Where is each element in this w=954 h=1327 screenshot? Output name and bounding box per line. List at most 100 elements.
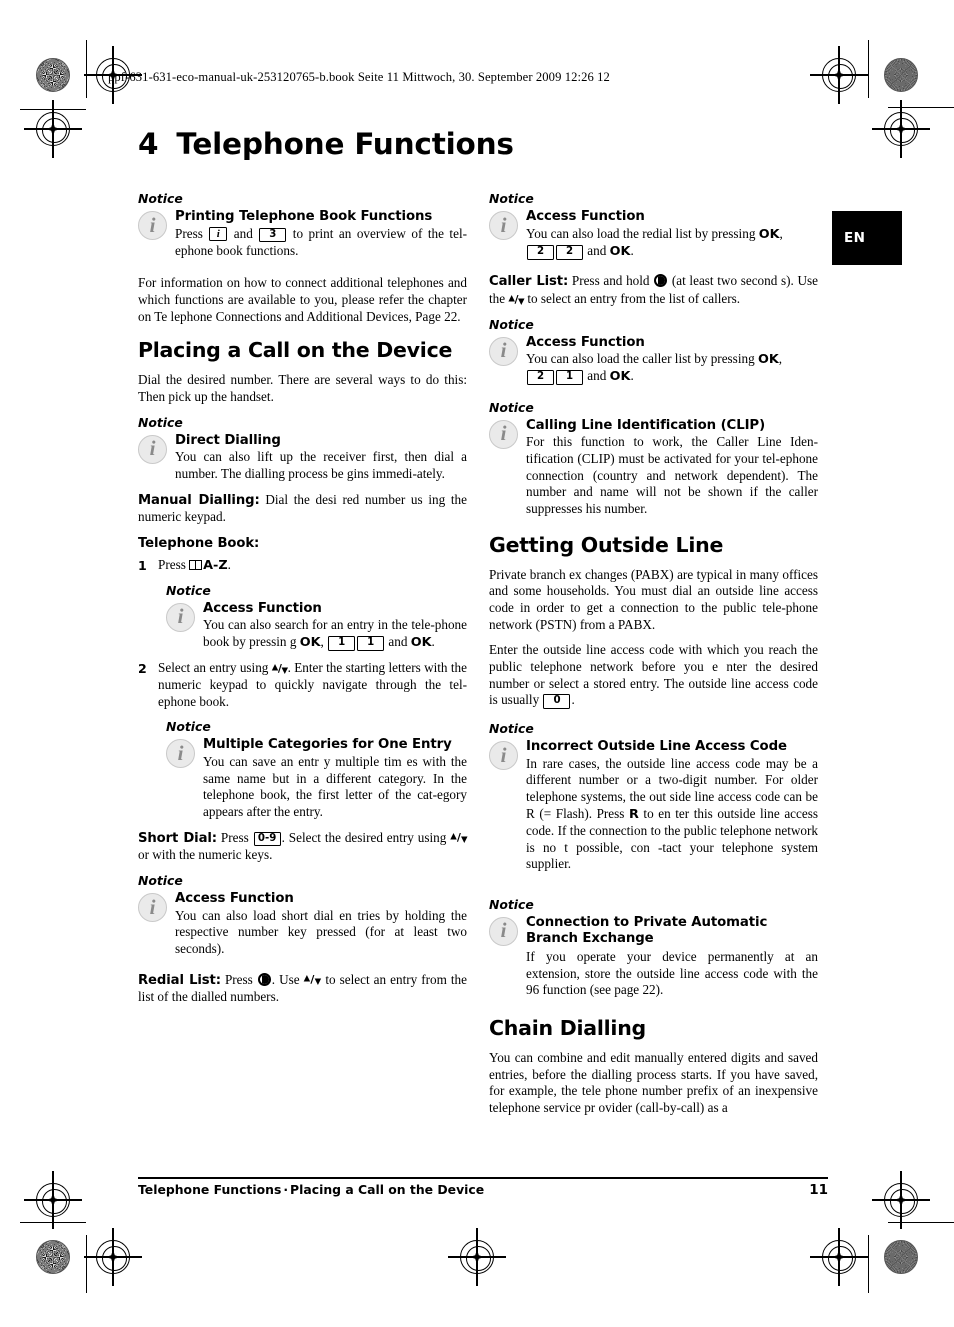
key-label-a-z: A-Z bbox=[203, 557, 228, 573]
notice-text-part: and bbox=[385, 634, 411, 650]
step-item-2: 2 Select an entry using ▲/▼. Enter the s… bbox=[138, 660, 467, 710]
paragraph-text-part: . bbox=[571, 692, 575, 708]
key-0: 0 bbox=[543, 694, 571, 709]
key-ok: OK bbox=[758, 226, 780, 242]
info-icon-wrap bbox=[166, 601, 196, 651]
indented-notice-group-multiple-categories: Notice Multiple Categories for One Entry… bbox=[166, 719, 467, 820]
page-footer: Telephone Functions · Placing a Call on th… bbox=[138, 1182, 828, 1198]
crop-target-left-lower bbox=[24, 1171, 82, 1229]
trim-line-vertical-right-bottom bbox=[868, 1235, 870, 1293]
book-icon bbox=[189, 559, 203, 570]
notice-text: You can also load the redial list by pre… bbox=[526, 226, 818, 260]
info-icon-wrap bbox=[489, 915, 519, 999]
notice-text-part: and bbox=[584, 243, 610, 259]
chapter-heading: 4 Telephone Functions bbox=[138, 128, 828, 160]
notice-title: Access Function bbox=[526, 334, 645, 350]
info-icon-wrap bbox=[166, 737, 196, 820]
crop-target-top-right bbox=[810, 46, 868, 104]
notice-text-part: . bbox=[630, 243, 634, 259]
info-icon bbox=[489, 211, 518, 241]
trim-line-horizontal-right-bottom bbox=[888, 1222, 954, 1224]
notice-text-part: You can also load the caller list by pre… bbox=[526, 351, 758, 367]
notice-text-part: and bbox=[584, 368, 610, 384]
key-3: 3 bbox=[259, 227, 287, 243]
step-item-1: 1 Press A-Z. bbox=[138, 557, 467, 574]
notice-body: Access Function You can also load the re… bbox=[526, 209, 818, 260]
trim-line-vertical-left-top bbox=[86, 40, 88, 98]
notice-body: Incorrect Outside Line Access Code In ra… bbox=[526, 739, 818, 873]
notice-text-part: , bbox=[779, 225, 783, 241]
crop-target-right-lower bbox=[872, 1171, 930, 1229]
key-1: 1 bbox=[357, 636, 385, 651]
notice-title: Calling Line Identification (CLIP) bbox=[526, 417, 766, 433]
info-icon bbox=[166, 739, 195, 769]
info-icon bbox=[138, 211, 167, 241]
key-2: 2 bbox=[527, 370, 554, 385]
trim-line-horizontal-left-bottom bbox=[20, 1222, 86, 1224]
footer-breadcrumb: Telephone Functions · Placing a Call on th… bbox=[138, 1182, 484, 1197]
step-text: Select an entry using ▲/▼. Enter the sta… bbox=[158, 660, 467, 710]
info-icon-wrap bbox=[138, 209, 168, 259]
chapter-title: Telephone Functions bbox=[176, 127, 514, 161]
short-dial-text-part: Press bbox=[216, 829, 253, 845]
notice-text-part: and bbox=[228, 225, 259, 241]
notice-body: Connection to Private Automatic Branch E… bbox=[526, 915, 818, 999]
notice-body: Printing Telephone Book Functions Press … bbox=[175, 209, 467, 259]
redial-button-icon bbox=[257, 972, 271, 986]
notice-label: Notice bbox=[138, 414, 183, 430]
manual-dialling-lead: Manual Dialling: bbox=[138, 492, 260, 508]
paragraph-redial-list: Redial List: Press . Use ▲/▼ to select a… bbox=[138, 972, 467, 1006]
notice-text: In rare cases, the outside line access c… bbox=[526, 756, 818, 873]
notice-text: Press i and 3 to print an overview of th… bbox=[175, 226, 467, 259]
crop-target-bottom-left bbox=[84, 1228, 142, 1286]
redial-button-icon bbox=[654, 274, 668, 288]
key-2: 2 bbox=[556, 245, 583, 260]
short-dial-text-part: . Select the desired entry using bbox=[281, 829, 451, 845]
paragraph-enter-outside-code: Enter the outside line access code with … bbox=[489, 642, 818, 709]
crop-target-right-upper bbox=[872, 100, 930, 158]
notice-text-part: , bbox=[778, 351, 783, 367]
paragraph-text-part: Enter the outside line access code with … bbox=[489, 642, 818, 708]
left-column: Notice Printing Telephone Book Functions… bbox=[138, 182, 467, 1125]
right-column: Notice Access Function You can also load… bbox=[489, 182, 818, 1125]
notice-block-access-function-caller-list: Access Function You can also load the ca… bbox=[489, 335, 818, 386]
print-registration-starburst-bottom-right bbox=[884, 1240, 918, 1274]
key-ok: OK bbox=[757, 352, 779, 368]
up-down-arrows-icon: ▲/▼ bbox=[271, 661, 288, 676]
notice-title: Access Function bbox=[175, 891, 294, 907]
notice-text-part: . bbox=[630, 368, 634, 384]
info-icon bbox=[138, 434, 167, 464]
footer-breadcrumb-chapter: Telephone Functions bbox=[138, 1182, 282, 1197]
footer-breadcrumb-section: Placing a Call on the Device bbox=[290, 1182, 485, 1197]
notice-label: Notice bbox=[489, 721, 534, 737]
notice-title: Access Function bbox=[203, 600, 322, 616]
notice-text-part: Press bbox=[175, 225, 209, 241]
notice-label: Notice bbox=[489, 316, 534, 332]
notice-text: For this function to work, the Caller Li… bbox=[526, 434, 818, 516]
redial-text-part: . Use bbox=[271, 971, 304, 987]
heading-getting-outside-line: Getting Outside Line bbox=[489, 532, 724, 557]
redial-text-part: Press bbox=[220, 971, 257, 987]
trim-line-vertical-right-top bbox=[868, 40, 870, 98]
notice-body: Access Function You can also load the ca… bbox=[526, 335, 818, 386]
trim-line-vertical-left-bottom bbox=[86, 1235, 88, 1293]
notice-body: Access Function You can also search for … bbox=[203, 601, 467, 651]
notice-block-clip: Calling Line Identification (CLIP) For t… bbox=[489, 418, 818, 518]
step-text-part: . bbox=[227, 556, 231, 572]
key-i: i bbox=[209, 226, 228, 242]
paragraph-caller-list: Caller List: Press and hold (at least tw… bbox=[489, 273, 818, 307]
notice-title: Multiple Categories for One Entry bbox=[203, 737, 452, 753]
notice-body: Direct Dialling You can also lift up the… bbox=[175, 433, 467, 483]
notice-title: Incorrect Outside Line Access Code bbox=[526, 739, 787, 755]
two-column-body: Notice Printing Telephone Book Functions… bbox=[138, 182, 828, 1125]
info-icon-wrap bbox=[138, 433, 168, 483]
notice-text: You can also lift up the receiver first,… bbox=[175, 449, 467, 481]
step-text-part: Select an entry using bbox=[158, 660, 272, 676]
notice-title: Printing Telephone Book Functions bbox=[175, 209, 433, 225]
key-1: 1 bbox=[556, 370, 583, 385]
info-icon-wrap bbox=[489, 209, 519, 260]
paragraph-dial-desired-number: Dial the desired number. There are sever… bbox=[138, 372, 467, 405]
notice-text-part: You can also load the redial list by pre… bbox=[526, 225, 759, 241]
paragraph-short-dial: Short Dial: Press 0-9. Select the desire… bbox=[138, 830, 467, 864]
notice-label: Notice bbox=[489, 399, 534, 415]
